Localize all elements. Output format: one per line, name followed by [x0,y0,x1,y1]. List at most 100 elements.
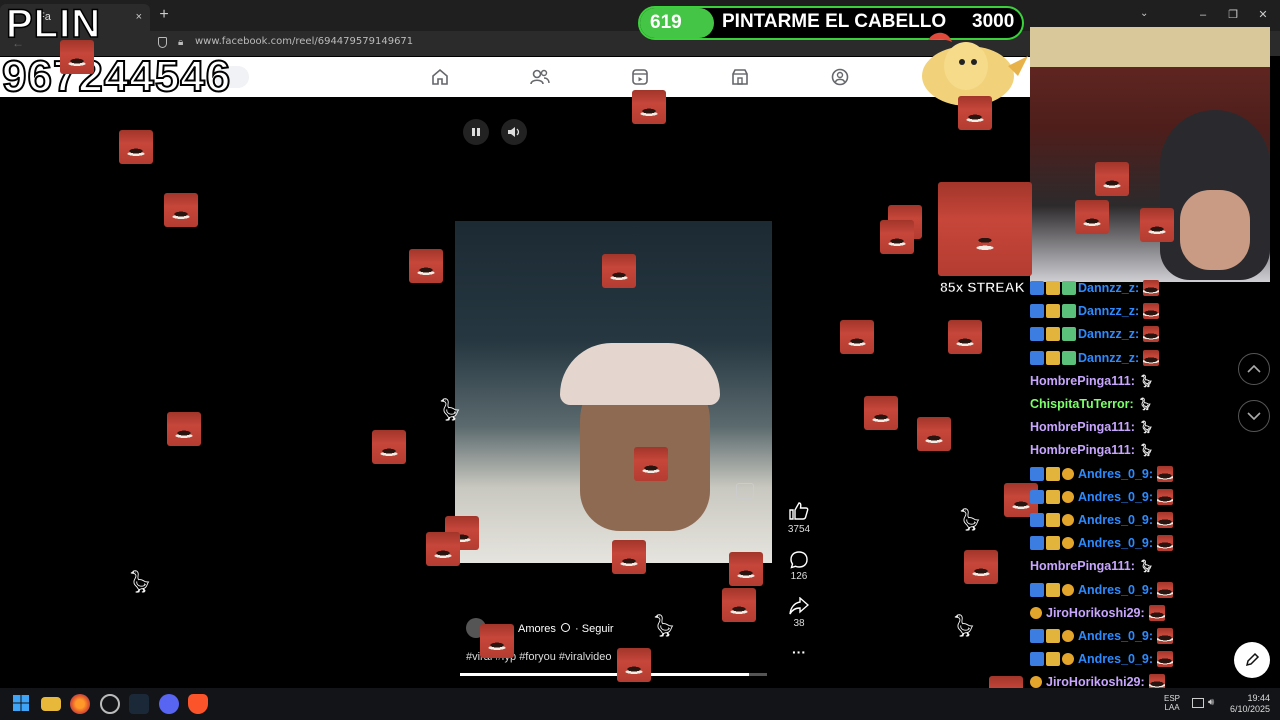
floating-emote-icon [722,588,756,622]
chat-username[interactable]: HombrePinga111: [1030,443,1135,457]
chat-message: Andres_0_9: [1030,487,1174,507]
author-name[interactable]: Amores [518,623,556,635]
discord-icon[interactable] [159,694,179,714]
clock[interactable]: 19:44 6/10/2025 [1226,693,1270,715]
network-icon[interactable] [1192,698,1204,708]
chat-username[interactable]: Andres_0_9: [1078,652,1153,666]
language-indicator[interactable]: ESP LAA [1164,694,1180,712]
floating-emote-icon [602,254,636,288]
tab-list-chevron-icon[interactable]: ⌄ [1140,8,1148,19]
subscriber-badge-icon [1062,583,1074,596]
chat-message: Dannzz_z: [1030,348,1160,368]
chat-username[interactable]: Andres_0_9: [1078,629,1153,643]
chat-username[interactable]: Dannzz_z: [1078,327,1139,341]
floating-goose-icon: 🪿︎ [126,569,154,594]
more-options-icon[interactable]: ··· [787,644,811,660]
lock-icon[interactable]: 🔒︎ [178,37,183,48]
chat-emote-icon [1157,465,1174,482]
maximize-button[interactable]: ❐ [1222,6,1244,24]
app-circle-icon[interactable] [100,694,120,714]
chat-message: Dannzz_z: [1030,301,1160,321]
subscriber-badge-icon [1030,676,1042,689]
chat-emote-icon [1143,280,1160,296]
picture-in-picture-icon[interactable] [736,483,754,499]
pause-button[interactable] [463,119,489,145]
friends-icon[interactable] [529,66,551,88]
language-code: ESP [1164,694,1181,703]
subscriber-badge-icon [1062,537,1074,550]
reels-icon[interactable] [629,66,651,88]
crown-badge-icon [1046,281,1060,295]
chat-goose-icon: 🪿︎ [1138,443,1155,458]
groups-icon[interactable] [829,66,851,88]
follow-button[interactable]: Seguir [582,623,614,635]
floating-emote-icon [1095,162,1129,196]
webcam-background [1030,27,1270,67]
chat-username[interactable]: Andres_0_9: [1078,513,1153,527]
chat-goose-icon: 🪿︎ [1137,397,1153,411]
chat-goose-icon: 🪿︎ [1138,373,1155,388]
subscriber-badge-icon [1062,467,1074,480]
chat-username[interactable]: JiroHorikoshi29: [1046,606,1145,620]
windows-start-icon[interactable] [12,694,32,714]
moderator-badge-icon [1030,281,1044,295]
vip-badge-icon [1062,350,1076,365]
new-tab-button[interactable]: + [156,5,172,25]
streamer-face [1180,190,1250,270]
chat-message: HombrePinga111: 🪿︎ [1030,371,1154,391]
minimize-button[interactable]: – [1192,6,1214,24]
floating-emote-icon [634,447,668,481]
chat-emote-icon [1157,581,1174,598]
volume-tray-icon[interactable]: 🔊︎ [1208,697,1214,708]
marketplace-icon[interactable] [729,66,751,88]
floating-emote-icon [880,220,914,254]
chat-username[interactable]: HombrePinga111: [1030,420,1135,434]
chat-message: HombrePinga111: 🪿︎ [1030,440,1154,460]
home-icon[interactable] [429,66,451,88]
crown-badge-icon [1046,629,1060,643]
streak-counter: 85x STREAK [940,279,1025,296]
chat-goose-icon: 🪿︎ [1138,420,1155,435]
chat-username[interactable]: Dannzz_z: [1078,304,1139,318]
share-count: 38 [793,618,805,629]
url-input[interactable]: www.facebook.com/reel/694479579149671 [195,36,413,47]
steam-icon[interactable] [129,694,149,714]
chat-username[interactable]: Andres_0_9: [1078,490,1153,504]
clock-date: 6/10/2025 [1229,704,1270,714]
video-progress-fill [460,673,749,676]
tab-close-icon[interactable]: × [136,4,142,31]
video-cap [560,343,720,405]
floating-emote-icon [372,430,406,464]
chat-username[interactable]: HombrePinga111: [1030,374,1135,388]
chat-username[interactable]: Dannzz_z: [1078,281,1139,295]
chat-username[interactable]: Andres_0_9: [1078,583,1153,597]
chat-message: ChispitaTuTerror: 🪿︎ [1030,394,1153,414]
chat-username[interactable]: ChispitaTuTerror: [1030,397,1134,411]
chat-message: Andres_0_9: [1030,626,1174,646]
firefox-icon[interactable] [70,694,90,714]
comment-count: 126 [790,571,808,582]
share-button[interactable] [787,596,811,620]
volume-button[interactable] [501,119,527,145]
chat-emote-icon [1148,604,1165,621]
like-count: 3754 [787,524,811,535]
floating-emote-icon [1140,208,1174,242]
shield-icon[interactable] [158,37,167,48]
previous-reel-button[interactable] [1238,353,1270,385]
close-window-button[interactable]: ✕ [1252,6,1274,24]
like-button[interactable] [787,502,811,525]
chat-username[interactable]: HombrePinga111: [1030,559,1135,573]
file-explorer-icon[interactable] [41,697,61,711]
chat-username[interactable]: Andres_0_9: [1078,467,1153,481]
chat-username[interactable]: Dannzz_z: [1078,351,1139,365]
crown-badge-icon [1046,489,1060,504]
chat-username[interactable]: Andres_0_9: [1078,536,1153,550]
compose-button[interactable] [1234,642,1270,678]
floating-emote-icon [119,130,153,164]
next-reel-button[interactable] [1238,400,1270,432]
floating-emote-icon [60,40,94,74]
crown-badge-icon [1046,582,1060,597]
floating-emote-icon [864,396,898,430]
brave-icon[interactable] [188,694,208,714]
floating-goose-icon: 🪿︎ [650,613,678,638]
